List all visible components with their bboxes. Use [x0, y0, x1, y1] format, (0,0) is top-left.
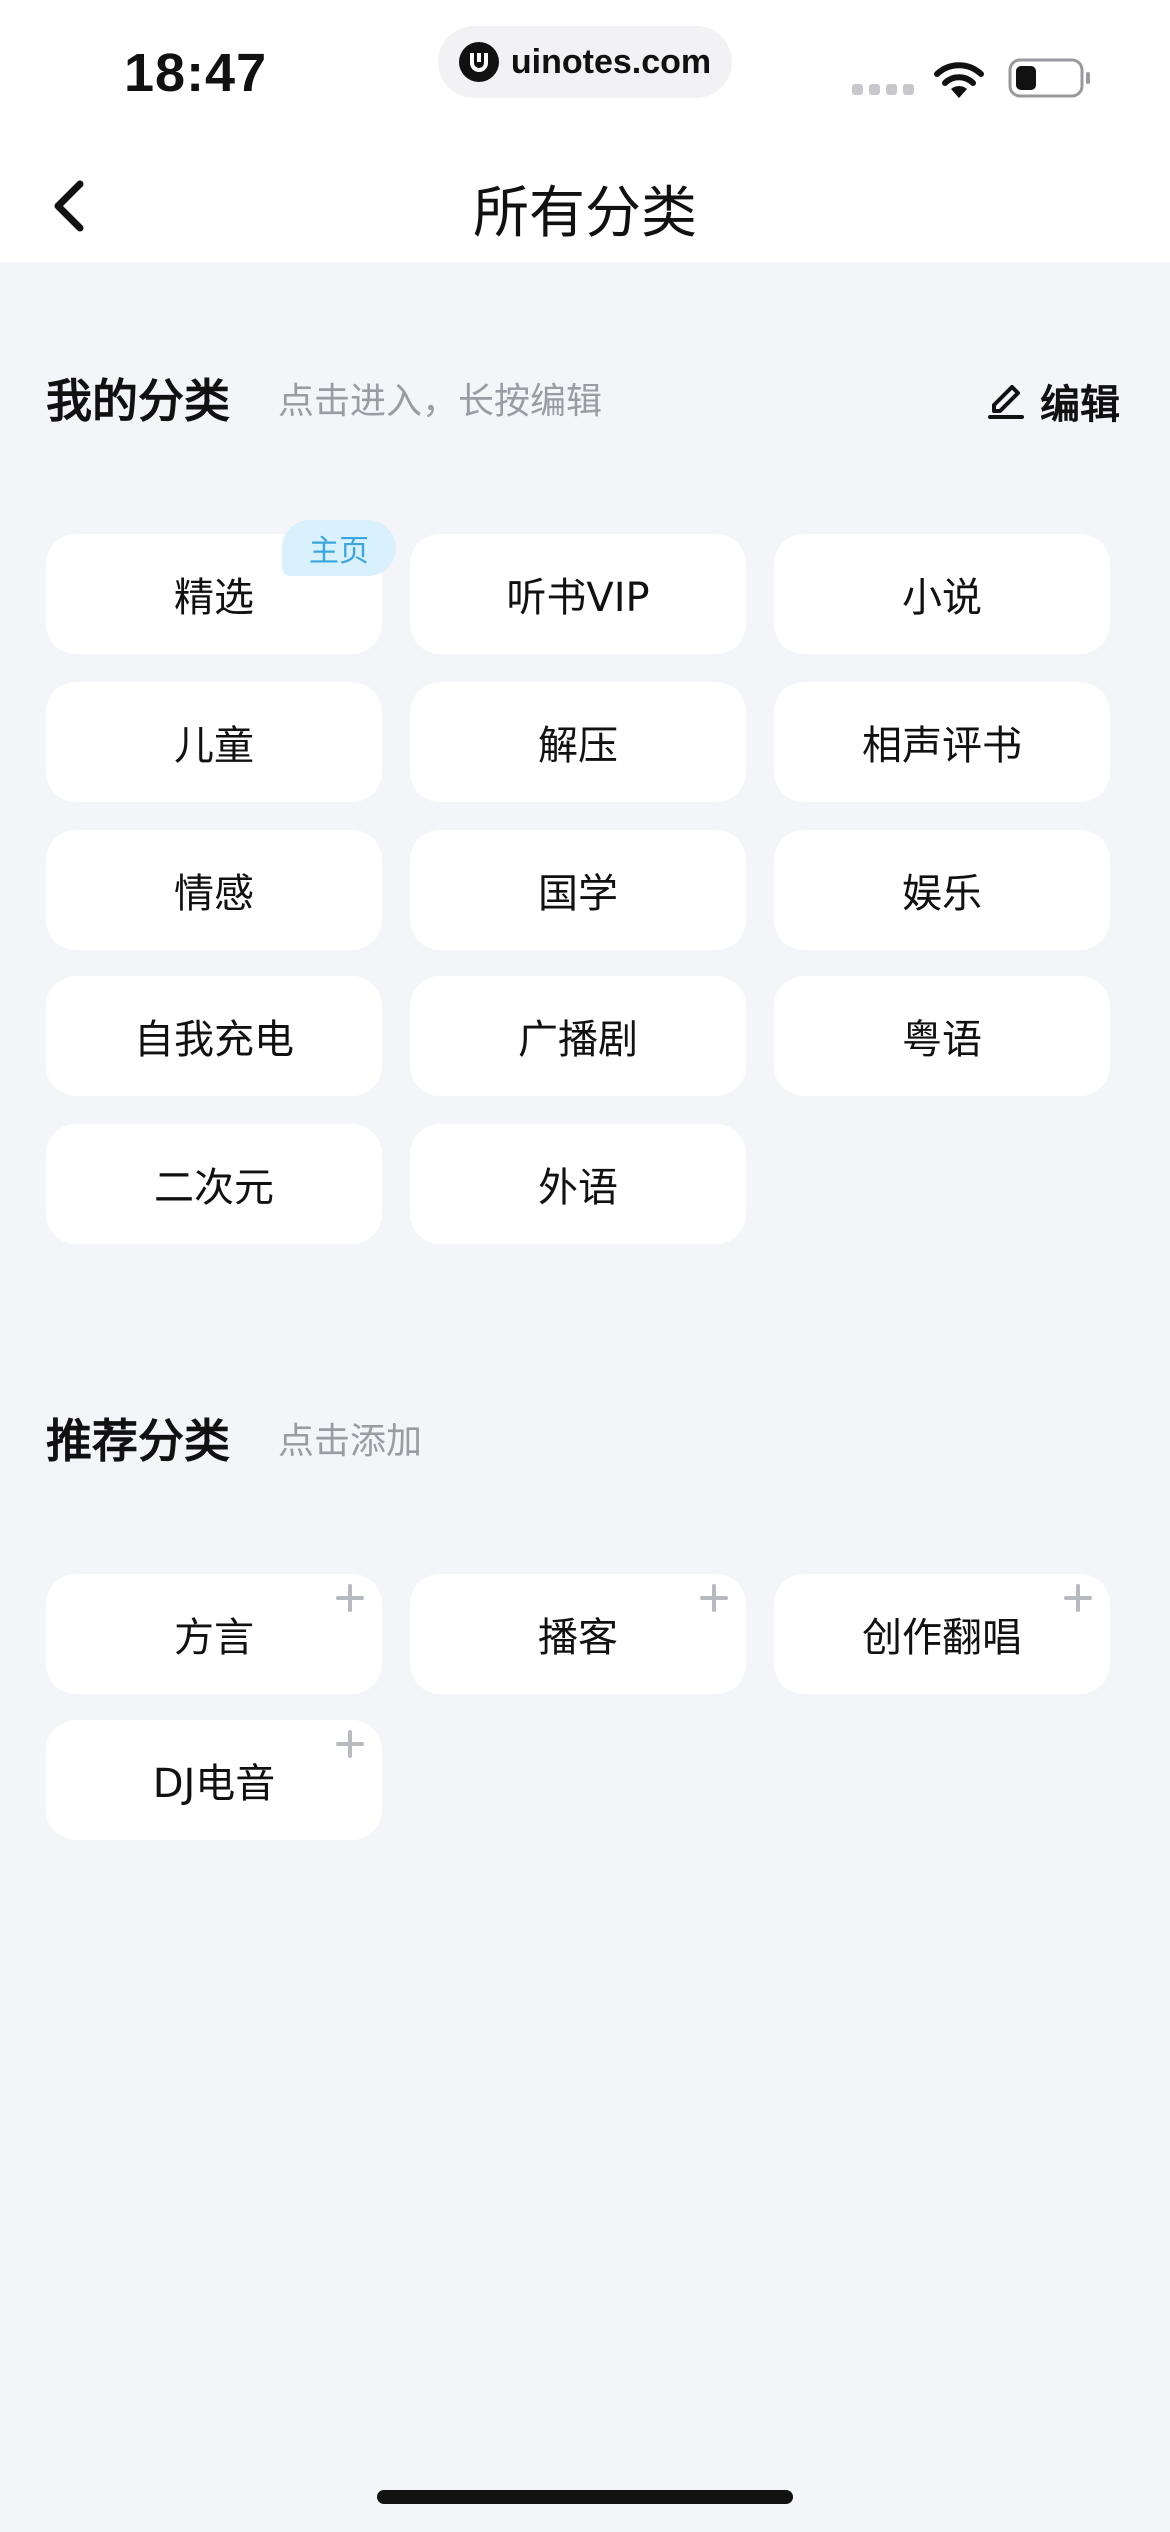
category-label: 粤语: [902, 1017, 982, 1063]
category-tile-vip[interactable]: 听书VIP: [410, 534, 746, 654]
recommended-hint: 点击添加: [278, 1421, 423, 1462]
category-tile-guoxue[interactable]: 国学: [410, 830, 746, 950]
my-categories-header: 我的分类 点击进入，长按编辑 编辑: [46, 358, 1126, 438]
category-tile-crosstalk[interactable]: 相声评书: [774, 682, 1110, 802]
category-tile-emotion[interactable]: 情感: [46, 830, 382, 950]
category-label: 国学: [538, 871, 618, 917]
my-categories-title: 我的分类: [46, 374, 230, 428]
category-label: 创作翻唱: [862, 1615, 1022, 1661]
category-tile-relax[interactable]: 解压: [410, 682, 746, 802]
category-tile-radio-drama[interactable]: 广播剧: [410, 976, 746, 1096]
category-tile-acg[interactable]: 二次元: [46, 1124, 382, 1244]
category-tile-self-improvement[interactable]: 自我充电: [46, 976, 382, 1096]
category-label: DJ电音: [152, 1761, 276, 1807]
url-pill[interactable]: uinotes.com: [438, 26, 732, 98]
category-label: 相声评书: [862, 723, 1022, 769]
category-label: 儿童: [174, 723, 254, 769]
site-logo-icon: [458, 42, 499, 82]
url-text: uinotes.com: [510, 42, 712, 81]
status-time: 18:47: [124, 43, 268, 103]
category-tile-cantonese[interactable]: 粤语: [774, 976, 1110, 1096]
category-label: 听书VIP: [506, 575, 650, 621]
recommended-tile-covers[interactable]: 创作翻唱: [774, 1574, 1110, 1694]
recommended-tile-dj[interactable]: DJ电音: [46, 1720, 382, 1840]
category-label: 精选: [174, 575, 254, 621]
nav-bar: 所有分类: [0, 150, 1170, 262]
category-label: 解压: [538, 723, 618, 769]
category-label: 外语: [538, 1165, 618, 1211]
cellular-signal-icon: [852, 84, 914, 95]
category-label: 小说: [902, 575, 982, 621]
category-tile-children[interactable]: 儿童: [46, 682, 382, 802]
home-badge: 主页: [282, 520, 396, 576]
wifi-icon: [932, 58, 986, 104]
category-tile-foreign-language[interactable]: 外语: [410, 1124, 746, 1244]
home-indicator: [377, 2490, 793, 2504]
recommended-header: 推荐分类 点击添加: [46, 1398, 1126, 1478]
recommended-tile-dialect[interactable]: 方言: [46, 1574, 382, 1694]
edit-button[interactable]: 编辑: [986, 372, 1120, 430]
plus-icon: [336, 1730, 364, 1758]
category-tile-jingxuan[interactable]: 精选 主页: [46, 520, 396, 654]
category-label: 娱乐: [902, 871, 982, 917]
page-title: 所有分类: [473, 181, 697, 246]
my-categories-hint: 点击进入，长按编辑: [278, 381, 603, 422]
pencil-icon: [988, 385, 1024, 419]
category-label: 自我充电: [134, 1017, 294, 1063]
category-label: 广播剧: [518, 1017, 638, 1063]
edit-label: 编辑: [1040, 382, 1120, 428]
category-tile-novel[interactable]: 小说: [774, 534, 1110, 654]
status-bar: 18:47 uinotes.com: [0, 0, 1170, 150]
battery-icon: [1008, 56, 1092, 104]
category-tile-entertainment[interactable]: 娱乐: [774, 830, 1110, 950]
category-label: 方言: [174, 1615, 254, 1661]
plus-icon: [1064, 1584, 1092, 1612]
plus-icon: [336, 1584, 364, 1612]
category-label: 二次元: [154, 1165, 274, 1211]
recommended-title: 推荐分类: [46, 1414, 230, 1468]
plus-icon: [700, 1584, 728, 1612]
category-label: 播客: [538, 1615, 618, 1661]
recommended-tile-podcast[interactable]: 播客: [410, 1574, 746, 1694]
category-label: 情感: [174, 871, 254, 917]
